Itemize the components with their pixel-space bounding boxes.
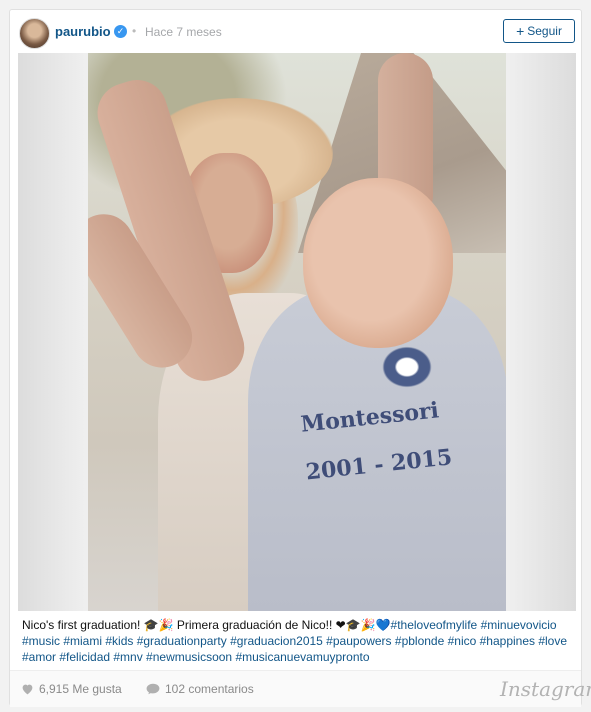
likes-label: 6,915 Me gusta [39,682,122,696]
shirt-butterfly-logo [378,343,436,391]
heart-icon [21,683,34,695]
photo-scene: Montessori 2001 - 2015 [88,53,506,611]
child-head [303,178,453,348]
user-avatar[interactable] [19,18,50,49]
username-link[interactable]: paurubio [55,24,111,39]
instagram-embed-card: paurubio ✓ • Hace 7 meses + Seguir Monte… [9,9,591,707]
post-footer: 6,915 Me gusta 102 comentarios Instagram [10,670,591,707]
post-timestamp[interactable]: Hace 7 meses [145,25,222,39]
shirt-print: Montessori 2001 - 2015 [298,386,454,497]
post-header: paurubio ✓ • Hace 7 meses + Seguir [10,10,581,54]
verified-badge-icon: ✓ [114,25,127,38]
likes-count[interactable]: 6,915 Me gusta [21,682,122,696]
comments-label: 102 comentarios [165,682,254,696]
instagram-logo[interactable]: Instagram [500,677,591,701]
follow-button[interactable]: + Seguir [503,19,575,43]
post-photo[interactable]: Montessori 2001 - 2015 [18,53,576,611]
plus-icon: + [516,23,525,39]
follow-button-label: Seguir [527,24,562,38]
caption-text: Nico's first graduation! 🎓🎉 Primera grad… [22,618,391,632]
post-caption: Nico's first graduation! 🎓🎉 Primera grad… [22,617,574,665]
comment-bubble-icon [146,683,160,695]
separator-dot: • [132,24,137,38]
comments-count[interactable]: 102 comentarios [146,682,254,696]
